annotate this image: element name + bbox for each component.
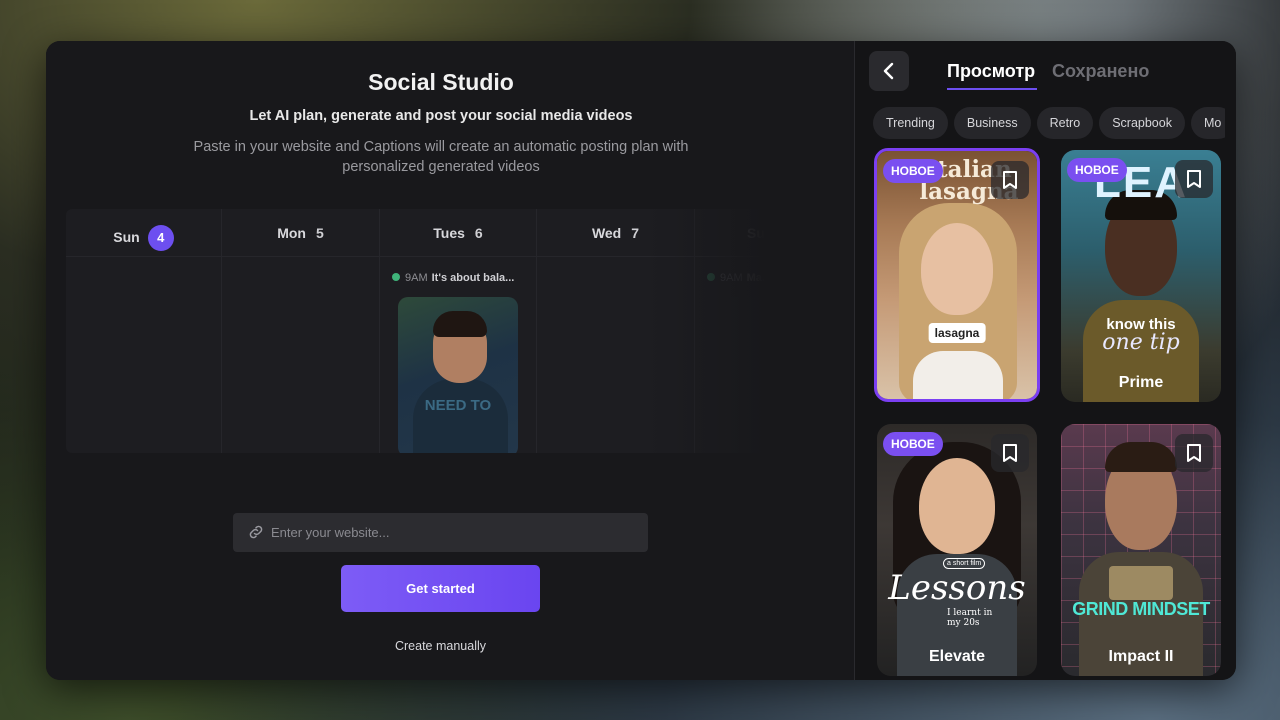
chip-retro[interactable]: Retro bbox=[1036, 107, 1094, 139]
day-label: Mon 5 bbox=[222, 225, 379, 241]
chip-business[interactable]: Business bbox=[953, 107, 1031, 139]
event-time: 9AM bbox=[405, 272, 428, 284]
calendar-event[interactable]: 9AM It's about bala... bbox=[392, 272, 514, 284]
bookmark-icon bbox=[1003, 171, 1017, 189]
page-title: Social Studio bbox=[368, 69, 514, 95]
page-subtitle: Let AI plan, generate and post your soci… bbox=[249, 108, 633, 124]
event-title: It's about bala... bbox=[431, 272, 515, 284]
event-status-dot bbox=[392, 273, 400, 281]
website-input[interactable] bbox=[271, 513, 631, 552]
event-video-thumbnail[interactable]: NEED TO bbox=[398, 297, 518, 453]
day-column-wed: Wed 7 bbox=[537, 209, 695, 453]
day-number: 7 bbox=[631, 225, 640, 241]
active-tab-indicator bbox=[947, 88, 1037, 90]
day-number: 6 bbox=[474, 225, 483, 241]
day-column-mon: Mon 5 bbox=[222, 209, 380, 453]
card-overlay-title: GRIND MINDSET bbox=[1072, 599, 1210, 619]
template-browser-panel: Просмотр Сохранено Trending Business Retro… bbox=[854, 41, 1236, 680]
new-badge: НОВОЕ bbox=[883, 159, 943, 183]
bookmark-icon bbox=[1003, 444, 1017, 462]
template-card-impact-ii[interactable]: GRIND MINDSET Impact II bbox=[1061, 424, 1221, 676]
template-name: Prime bbox=[1118, 374, 1164, 391]
tab-browse[interactable]: Просмотр bbox=[947, 61, 1035, 82]
thumbnail-caption: NEED TO bbox=[424, 397, 492, 414]
day-number-selected[interactable]: 4 bbox=[147, 225, 174, 251]
get-started-button[interactable]: Get started bbox=[341, 565, 540, 612]
chip-more[interactable]: Mo bbox=[1190, 107, 1225, 139]
day-column-sun: Sun 4 bbox=[66, 209, 222, 453]
day-name: Sun bbox=[747, 225, 774, 241]
day-name: Sun bbox=[113, 229, 140, 245]
card-overlay-title: Lessons bbox=[888, 568, 1026, 608]
category-filter-chips: Trending Business Retro Scrapbook Mo bbox=[873, 107, 1225, 139]
bookmark-button[interactable] bbox=[991, 434, 1029, 472]
day-label: Sun 4 bbox=[66, 225, 221, 251]
template-card-lasagna[interactable]: Italian lasagna lasagna НОВОЕ bbox=[874, 148, 1040, 402]
new-badge: НОВОЕ bbox=[1067, 158, 1127, 182]
event-time: 9AM bbox=[720, 272, 743, 284]
event-video-thumbnail[interactable] bbox=[725, 297, 786, 453]
day-number: 5 bbox=[315, 225, 324, 241]
bookmark-icon bbox=[1187, 444, 1201, 462]
bookmark-button[interactable] bbox=[991, 161, 1029, 199]
new-badge: НОВОЕ bbox=[883, 432, 943, 456]
bookmark-icon bbox=[1187, 170, 1201, 188]
app-window: Social Studio Let AI plan, generate and … bbox=[46, 41, 1236, 680]
card-caption: lasagna bbox=[928, 323, 986, 343]
event-status-dot bbox=[707, 273, 715, 281]
card-caption-line2: one tip bbox=[1102, 330, 1180, 355]
link-icon bbox=[249, 525, 263, 539]
day-label: Sun bbox=[695, 225, 786, 241]
day-label: Wed 7 bbox=[537, 225, 694, 241]
template-card-elevate[interactable]: a short film Lessons I learnt in my 20s E… bbox=[877, 424, 1037, 676]
bookmark-button[interactable] bbox=[1175, 160, 1213, 198]
day-label: Tues 6 bbox=[380, 225, 536, 241]
page-description: Paste in your website and Captions will … bbox=[193, 139, 689, 175]
create-manually-link[interactable]: Create manually bbox=[341, 639, 540, 653]
template-name: Impact II bbox=[1108, 648, 1174, 665]
chevron-left-icon bbox=[883, 62, 894, 80]
posting-calendar: Sun 4 Mon 5 Tues 6 9AM It's about bala... bbox=[66, 209, 786, 453]
day-column-faded: Sun 9AM Ma... bbox=[695, 209, 786, 453]
day-column-tues: Tues 6 9AM It's about bala... NEED TO bbox=[380, 209, 537, 453]
template-name: Elevate bbox=[928, 648, 986, 665]
day-name: Tues bbox=[433, 225, 465, 241]
chip-trending[interactable]: Trending bbox=[873, 107, 948, 139]
event-title: Ma... bbox=[746, 272, 772, 284]
social-studio-panel: Social Studio Let AI plan, generate and … bbox=[46, 41, 854, 680]
template-card-prime[interactable]: LEA know this one tip Prime НОВОЕ bbox=[1061, 150, 1221, 402]
bookmark-button[interactable] bbox=[1175, 434, 1213, 472]
day-name: Wed bbox=[591, 225, 622, 241]
chip-scrapbook[interactable]: Scrapbook bbox=[1099, 107, 1185, 139]
card-overlay-sub: I learnt in my 20s bbox=[947, 608, 993, 628]
calendar-event[interactable]: 9AM Ma... bbox=[707, 272, 771, 284]
day-name: Mon bbox=[277, 225, 306, 241]
back-button[interactable] bbox=[869, 51, 909, 91]
tab-saved[interactable]: Сохранено bbox=[1052, 61, 1149, 82]
website-input-field[interactable] bbox=[233, 513, 648, 552]
